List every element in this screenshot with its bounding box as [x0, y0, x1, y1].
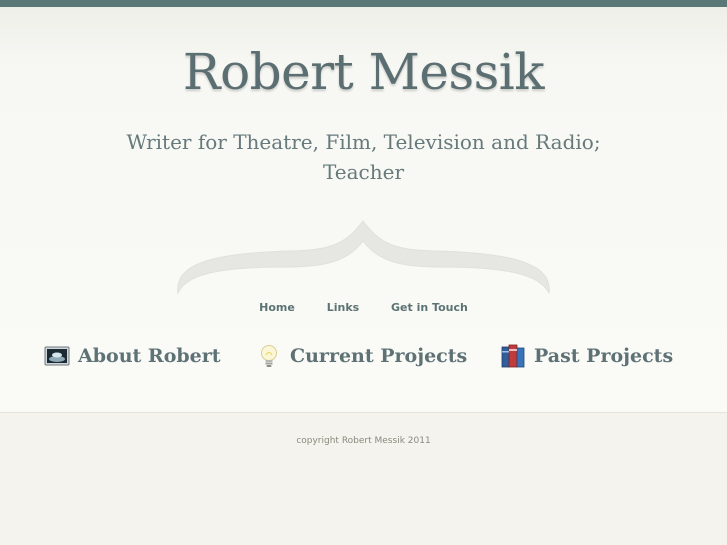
books-icon [501, 344, 525, 368]
lightbulb-icon [261, 345, 277, 367]
main-navigation: Home Links Get in Touch [0, 301, 727, 314]
top-accent-bar [0, 0, 727, 7]
feature-links: About Robert Current Projects Past Proje… [0, 339, 727, 373]
nav-home-link[interactable]: Home [259, 301, 295, 314]
past-projects-link[interactable]: Past Projects [500, 339, 673, 373]
picture-frame-icon [44, 346, 70, 366]
nav-get-in-touch-link[interactable]: Get in Touch [391, 301, 468, 314]
nav-links-link[interactable]: Links [327, 301, 359, 314]
about-robert-label: About Robert [78, 345, 221, 367]
header-panel: Robert Messik Writer for Theatre, Film, … [0, 7, 727, 413]
decorative-flourish [177, 220, 550, 295]
footer-copyright: copyright Robert Messik 2011 [296, 436, 431, 446]
current-projects-link[interactable]: Current Projects [256, 339, 467, 373]
past-projects-label: Past Projects [534, 345, 674, 367]
about-robert-link[interactable]: About Robert [44, 339, 221, 373]
site-tagline: Writer for Theatre, Film, Television and… [0, 127, 727, 187]
current-projects-label: Current Projects [290, 345, 468, 367]
tagline-line-1: Writer for Theatre, Film, Television and… [126, 130, 601, 154]
site-title[interactable]: Robert Messik [0, 43, 727, 101]
tagline-line-2: Teacher [322, 160, 405, 184]
